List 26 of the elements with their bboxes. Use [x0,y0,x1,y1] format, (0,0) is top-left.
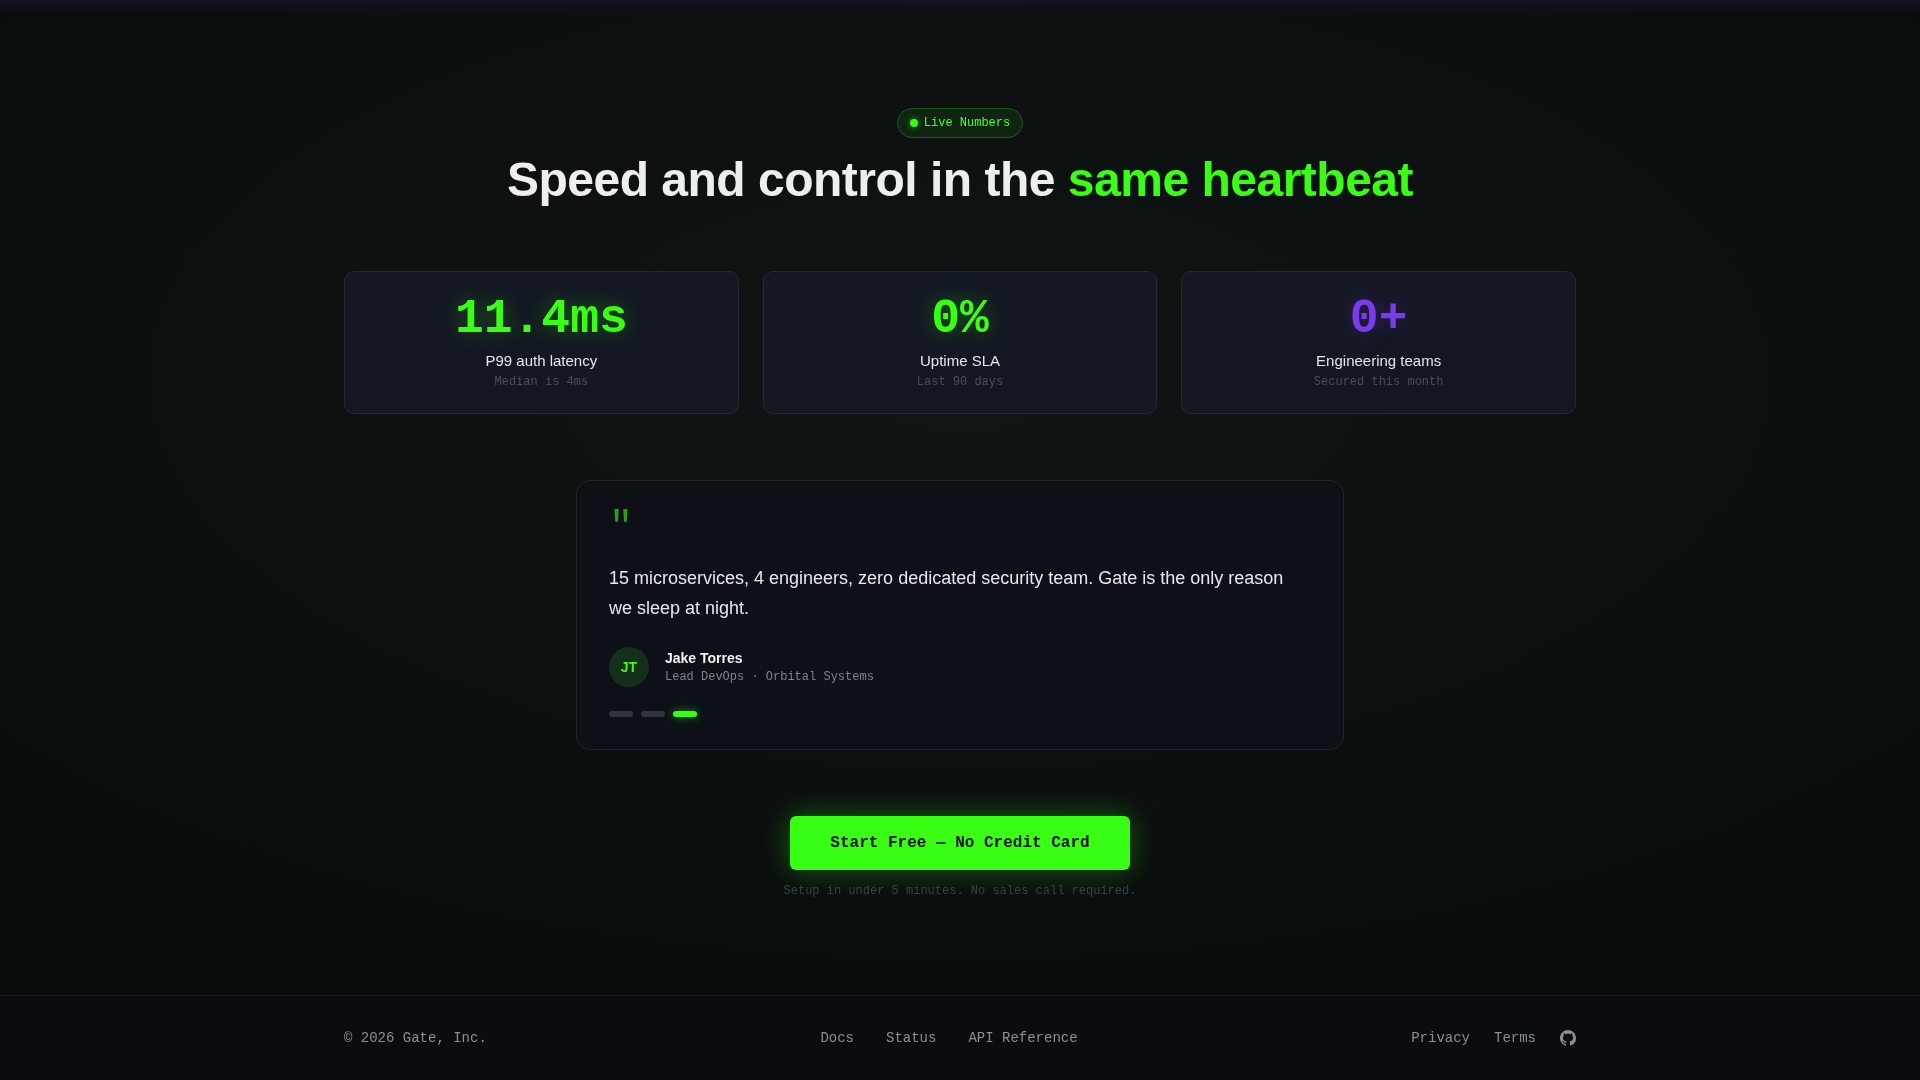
stat-value: 0+ [1349,295,1408,343]
stat-note: Last 90 days [916,374,1004,390]
github-icon[interactable] [1560,1030,1576,1046]
badge-label: Live Numbers [923,115,1011,131]
stat-note: Secured this month [1313,374,1444,390]
slide-indicator[interactable] [673,711,697,717]
stat-value: 11.4ms [454,295,628,343]
stat-label: Engineering teams [1316,351,1442,371]
quote-text: 15 microservices, 4 engineers, zero dedicated security team. Gate is the only reason we sleep at night. [609,567,1285,620]
copyright-text: © 2026 Gate, Inc. [344,1029,487,1048]
cta-note: Setup in under 5 minutes. No sales call required. [783,883,1137,899]
status-dot-icon [909,119,918,127]
avatar-initials: JT [609,647,649,687]
start-free-button[interactable]: Start Free — No Credit Card [790,816,1130,870]
author-name: Jake Torres [665,649,744,667]
stat-value: 0% [931,295,989,343]
page-heading: Speed and control in the same heartbeat [506,152,1413,208]
footer-link[interactable]: Privacy [1411,1028,1470,1048]
footer-link[interactable]: Terms [1494,1028,1536,1048]
author-role: Lead DevOps · Orbital Systems [665,669,874,685]
stat-label: P99 auth latency [485,351,598,371]
stat-note: Median is 4ms [494,374,589,390]
footer-link[interactable]: API Reference [968,1028,1078,1048]
stat-label: Uptime SLA [919,351,1000,371]
footer-link[interactable]: Docs [820,1028,854,1048]
footer-link[interactable]: Status [886,1028,937,1048]
